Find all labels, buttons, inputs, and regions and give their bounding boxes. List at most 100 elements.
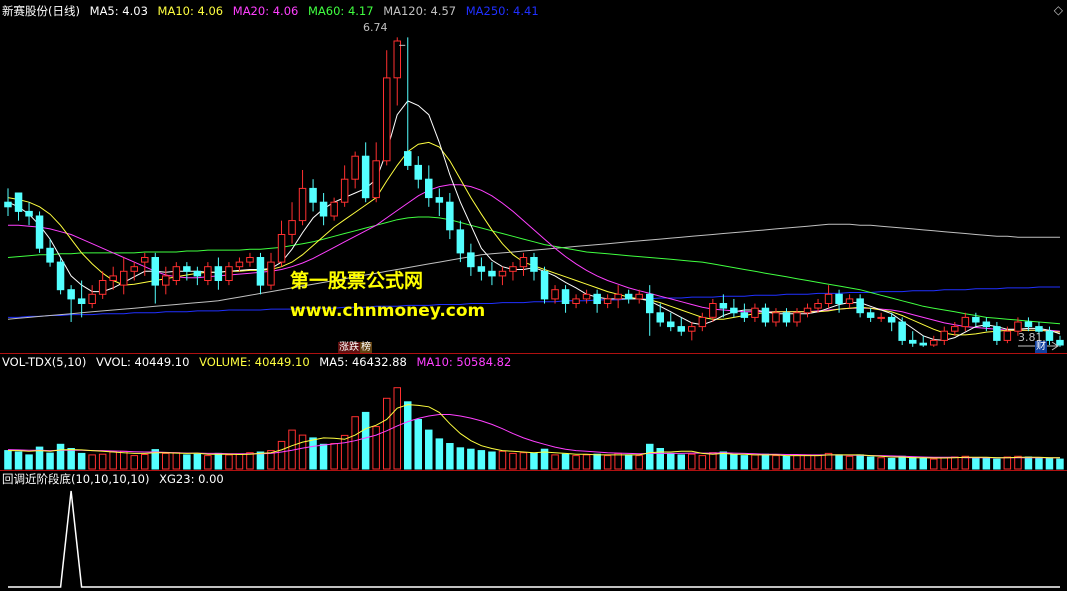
volume-bar-up: [1003, 456, 1012, 470]
volume-bar-down: [667, 452, 675, 470]
volume-bar-down: [477, 450, 486, 470]
volume-bar-down: [361, 411, 370, 470]
volume-bar-down: [972, 457, 980, 470]
volume-bar-down: [456, 447, 465, 470]
volume-bar-down: [909, 456, 917, 470]
volume-bar-up: [340, 434, 349, 470]
volume-bar-down: [25, 454, 33, 470]
ma60-legend: MA60: 4.17: [308, 4, 374, 18]
volume-bar-down: [14, 451, 23, 470]
volume-bar-down: [919, 457, 927, 470]
candle-down: [972, 316, 980, 323]
volume-bar-down: [982, 457, 991, 470]
candle-down: [425, 178, 433, 199]
volume-bar-down: [488, 451, 496, 470]
line-ma10: [7, 141, 1061, 336]
candle-up: [793, 312, 801, 323]
candle-up: [235, 261, 244, 268]
candle-down: [624, 293, 633, 300]
rise-fall-rank-badge[interactable]: 涨跌榜: [338, 339, 372, 354]
volume-bar-down: [256, 451, 265, 470]
volume-bar-down: [67, 448, 75, 470]
volume-bar-up: [751, 454, 759, 470]
ma20-legend: MA20: 4.06: [233, 4, 299, 18]
candle-down: [193, 270, 202, 277]
rise-fall-badge[interactable]: 涨跌: [338, 342, 360, 353]
volume-bar-down: [730, 454, 738, 470]
volume-bar-up: [603, 455, 612, 470]
indicator-name: 回调近阶段底(10,10,10,10): [2, 472, 150, 486]
candle-up: [162, 275, 170, 286]
volume-bar-down: [646, 443, 654, 470]
volume-bar-up: [277, 440, 286, 470]
candlestick-chart[interactable]: [0, 0, 1067, 353]
volume-label: VOLUME:: [199, 355, 252, 369]
candle-up: [277, 234, 286, 263]
line-xg23: [8, 490, 1060, 588]
candle-up: [951, 326, 959, 332]
finance-badge[interactable]: 财: [1035, 341, 1047, 353]
volume-bar-up: [372, 426, 380, 470]
vol-ma10-legend: MA10: 50584.82: [416, 355, 511, 369]
diamond-icon[interactable]: ◇: [1054, 3, 1063, 17]
candle-down: [730, 307, 738, 314]
candle-up: [751, 307, 759, 318]
candle-down: [488, 270, 496, 277]
candle-down: [35, 215, 44, 249]
candle-down: [467, 252, 475, 268]
indicator-panel[interactable]: 回调近阶段底(10,10,10,10) XG23: 0.00: [0, 471, 1067, 591]
volume-bar-down: [309, 437, 317, 470]
candle-down: [477, 266, 486, 272]
rank-badge[interactable]: 榜: [360, 342, 372, 353]
candle-up: [582, 293, 591, 300]
candle-down: [909, 339, 917, 344]
candle-up: [603, 298, 612, 304]
vol-ma5-value: 46432.88: [351, 355, 407, 369]
price-panel[interactable]: 新赛股份(日线) MA5: 4.03 MA10: 4.06 MA20: 4.06…: [0, 0, 1067, 353]
candle-down: [561, 289, 570, 305]
volume-bar-up: [551, 454, 559, 470]
volume-bar-down: [183, 454, 191, 470]
volume-bar-up: [698, 455, 707, 470]
line-ma5: [7, 100, 1061, 341]
candle-up: [393, 40, 401, 79]
line-vol-ma5: [8, 404, 1060, 459]
ma250-value: 4.41: [513, 4, 539, 18]
volume-bar-up: [877, 457, 885, 470]
vol-ma10-label: MA10:: [416, 355, 453, 369]
vvol-legend: VVOL: 40449.10: [96, 355, 189, 369]
volume-bar-up: [572, 455, 580, 470]
candle-down: [919, 342, 927, 346]
volume-bar-up: [246, 452, 254, 470]
vol-ma5-legend: MA5: 46432.88: [319, 355, 407, 369]
indicator-chart[interactable]: [0, 471, 1067, 591]
candle-down: [361, 155, 370, 199]
volume-bar-up: [635, 455, 643, 470]
volume-bar-down: [77, 452, 86, 470]
volume-bar-up: [709, 452, 717, 470]
vvol-label: VVOL:: [96, 355, 131, 369]
candle-up: [141, 257, 149, 263]
candle-down: [835, 293, 843, 304]
candle-up: [130, 266, 138, 272]
candle-up: [298, 187, 307, 222]
candle-down: [256, 257, 265, 286]
volume-panel[interactable]: VOL-TDX(5,10) VVOL: 40449.10 VOLUME: 404…: [0, 354, 1067, 470]
volume-bar-down: [1035, 457, 1043, 470]
volume-bar-up: [509, 452, 517, 470]
high-price-label: 6.74: [363, 21, 388, 34]
volume-chart[interactable]: [0, 354, 1067, 470]
candle-up: [572, 298, 580, 304]
candle-up: [225, 266, 233, 282]
volume-bar-up: [582, 454, 591, 470]
candle-up: [709, 303, 717, 318]
volume-bar-up: [824, 452, 833, 470]
candle-down: [887, 316, 896, 323]
volume-bar-down: [719, 451, 728, 470]
volume-bar-up: [688, 453, 696, 470]
ma20-label: MA20:: [232, 4, 270, 18]
candle-down: [319, 201, 328, 217]
volume-bar-up: [225, 454, 233, 470]
candle-up: [246, 257, 254, 263]
volume-bar-down: [835, 454, 843, 470]
